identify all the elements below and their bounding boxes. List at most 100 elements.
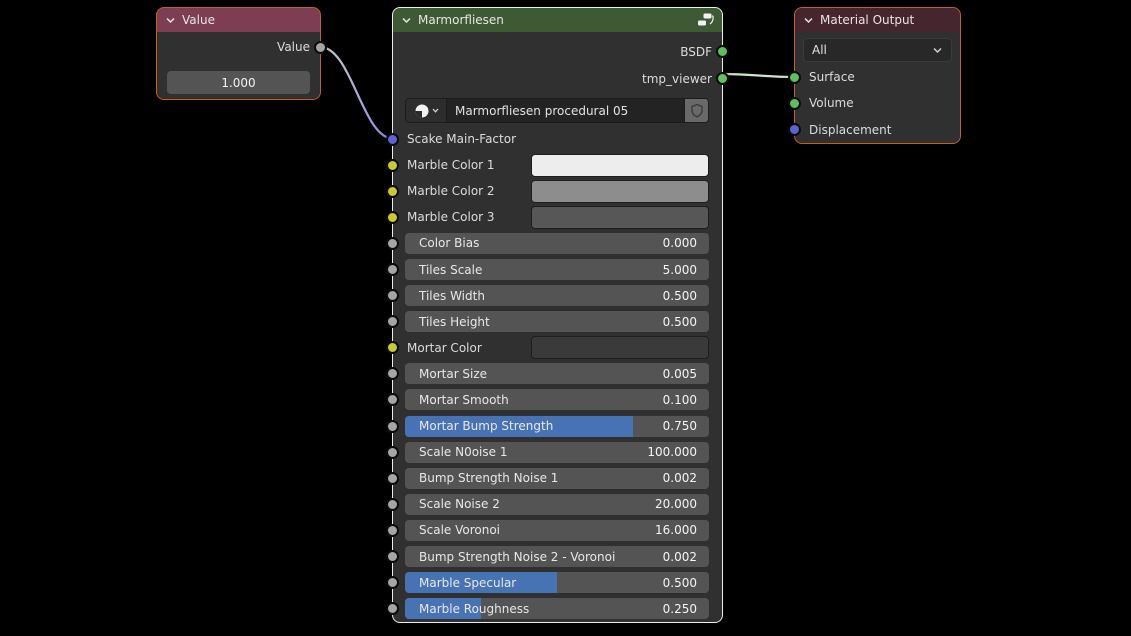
input-socket[interactable] (386, 133, 399, 146)
chevron-down-icon[interactable] (165, 15, 176, 25)
output-target-dropdown[interactable]: All (803, 38, 952, 62)
input-row-tiles-height: Tiles Height 0.500 (393, 309, 722, 335)
value-node-header[interactable]: Value (157, 8, 320, 32)
value-number: 1.000 (221, 76, 255, 90)
input-row-mortar-bump-strength: Mortar Bump Strength 0.750 (393, 413, 722, 439)
node-title: Value (182, 13, 312, 27)
number-slider[interactable]: Mortar Smooth 0.100 (405, 389, 709, 410)
input-row-surface: Surface (795, 64, 960, 90)
value-output-socket[interactable] (314, 41, 327, 54)
slider-label: Bump Strength Noise 1 (419, 471, 663, 485)
wire-value-to-group (320, 47, 394, 139)
displacement-input-socket[interactable] (788, 123, 801, 136)
slider-value: 0.002 (663, 550, 697, 564)
slider-label: Tiles Scale (419, 263, 663, 277)
color-swatch[interactable] (531, 154, 709, 177)
slider-value: 0.500 (663, 576, 697, 590)
color-swatch[interactable] (531, 336, 709, 359)
value-number-field[interactable]: 1.000 (167, 71, 310, 94)
input-row-marble-color-1: Marble Color 1 (393, 152, 722, 178)
value-output-row: Value (157, 32, 320, 62)
output-target-value: All (812, 43, 827, 57)
input-socket[interactable] (386, 367, 399, 380)
group-output-row-tmp-viewer: tmp_viewer (393, 65, 722, 92)
group-node-header[interactable]: Marmorfliesen (393, 8, 722, 32)
node-tree-name-field[interactable]: Marmorfliesen procedural 05 (447, 99, 684, 122)
input-row-marble-color-3: Marble Color 3 (393, 204, 722, 230)
wire-group-to-output (722, 74, 795, 77)
input-socket[interactable] (386, 341, 399, 354)
input-label: Marble Color 3 (407, 210, 495, 224)
value-node[interactable]: Value Value 1.000 (157, 8, 320, 99)
input-socket[interactable] (386, 185, 399, 198)
group-input-rows: Scake Main-Factor Marble Color 1 Marble … (393, 126, 722, 622)
input-row-scale-voronoi: Scale Voronoi 16.000 (393, 517, 722, 543)
number-slider[interactable]: Tiles Width 0.500 (405, 285, 709, 306)
node-title: Marmorfliesen (418, 13, 691, 27)
volume-input-socket[interactable] (788, 97, 801, 110)
number-slider[interactable]: Marble Specular 0.500 (405, 572, 709, 593)
number-slider[interactable]: Bump Strength Noise 2 - Voronoi 0.002 (405, 546, 709, 567)
output-node-header[interactable]: Material Output (795, 8, 960, 32)
input-socket[interactable] (386, 550, 399, 563)
shield-icon (690, 103, 704, 118)
slider-label: Tiles Height (419, 315, 663, 329)
material-output-node[interactable]: Material Output All Surface Volume Displ… (795, 8, 960, 143)
input-socket[interactable] (386, 393, 399, 406)
number-slider[interactable]: Scale Noise 2 20.000 (405, 494, 709, 515)
number-slider[interactable]: Mortar Bump Strength 0.750 (405, 416, 709, 437)
input-row-mortar-size: Mortar Size 0.005 (393, 361, 722, 387)
input-socket[interactable] (386, 315, 399, 328)
slider-label: Marble Specular (419, 576, 663, 590)
input-socket[interactable] (386, 602, 399, 615)
input-socket[interactable] (386, 420, 399, 433)
input-row-bump-strength-noise-2-voronoi: Bump Strength Noise 2 - Voronoi 0.002 (393, 544, 722, 570)
node-editor-canvas[interactable]: { "canvas": {"bg": "#000000"}, "colors":… (0, 0, 1131, 636)
input-row-displacement: Displacement (795, 117, 960, 143)
input-socket[interactable] (386, 159, 399, 172)
node-group-marmorfliesen[interactable]: Marmorfliesen BSDF tmp_viewer (393, 8, 722, 622)
input-socket[interactable] (386, 263, 399, 276)
input-label: Volume (809, 96, 854, 110)
input-socket[interactable] (386, 524, 399, 537)
input-label: Scake Main-Factor (407, 132, 516, 146)
number-slider[interactable]: Scale Voronoi 16.000 (405, 520, 709, 541)
color-swatch[interactable] (531, 206, 709, 229)
tmp-viewer-output-socket[interactable] (716, 72, 729, 85)
input-row-marble-roughness: Marble Roughness 0.250 (393, 596, 722, 622)
color-swatch[interactable] (531, 180, 709, 203)
number-slider[interactable]: Tiles Scale 5.000 (405, 259, 709, 280)
slider-label: Mortar Size (419, 367, 663, 381)
number-slider[interactable]: Mortar Size 0.005 (405, 363, 709, 384)
input-row-color-bias: Color Bias 0.000 (393, 230, 722, 256)
bsdf-output-socket[interactable] (716, 45, 729, 58)
input-socket[interactable] (386, 237, 399, 250)
number-slider[interactable]: Tiles Height 0.500 (405, 311, 709, 332)
input-socket[interactable] (386, 289, 399, 302)
fake-user-toggle[interactable] (684, 99, 708, 122)
chevron-down-icon[interactable] (401, 15, 412, 25)
input-socket[interactable] (386, 446, 399, 459)
number-slider[interactable]: Marble Roughness 0.250 (405, 598, 709, 619)
input-socket[interactable] (386, 472, 399, 485)
slider-value: 0.500 (663, 289, 697, 303)
input-label: Marble Color 1 (407, 158, 495, 172)
slider-label: Marble Roughness (419, 602, 663, 616)
number-slider[interactable]: Bump Strength Noise 1 0.002 (405, 468, 709, 489)
input-socket[interactable] (386, 498, 399, 511)
input-row-mortar-smooth: Mortar Smooth 0.100 (393, 387, 722, 413)
output-label: Value (277, 40, 310, 54)
browse-node-tree-button[interactable] (406, 99, 447, 122)
input-row-scake-main-factor: Scake Main-Factor (393, 126, 722, 152)
slider-value: 20.000 (655, 497, 697, 511)
number-slider[interactable]: Scale N0oise 1 100.000 (405, 442, 709, 463)
node-tree-datablock-selector: Marmorfliesen procedural 05 (405, 98, 709, 123)
input-socket[interactable] (386, 576, 399, 589)
input-row-marble-specular: Marble Specular 0.500 (393, 570, 722, 596)
surface-input-socket[interactable] (788, 71, 801, 84)
slider-label: Color Bias (419, 236, 663, 250)
slider-value: 16.000 (655, 523, 697, 537)
input-socket[interactable] (386, 211, 399, 224)
number-slider[interactable]: Color Bias 0.000 (405, 233, 709, 254)
chevron-down-icon[interactable] (803, 15, 814, 25)
